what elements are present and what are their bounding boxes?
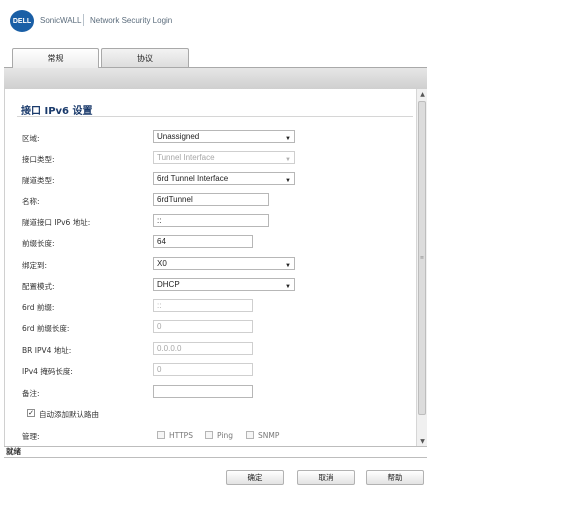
bind-to-select[interactable]: X0 ▼ [153, 257, 295, 270]
https-label: HTTPS [169, 431, 193, 440]
chevron-down-icon: ▼ [285, 157, 291, 163]
ping-checkbox[interactable] [205, 431, 213, 439]
ok-button[interactable]: 确定 [226, 470, 284, 485]
brand-name: SonicWALL [40, 16, 82, 25]
snmp-checkbox[interactable] [246, 431, 254, 439]
chevron-down-icon: ▼ [285, 263, 291, 269]
cancel-button[interactable]: 取消 [297, 470, 355, 485]
vertical-scrollbar[interactable]: ▲ ≡ ▼ [416, 89, 427, 446]
br-ipv4-input: 0.0.0.0 [153, 342, 253, 355]
config-mode-value: DHCP [157, 280, 180, 289]
rd-prefix-label: 6rd 前缀: [22, 303, 55, 312]
comment-input[interactable] [153, 385, 253, 398]
ipv4-mask-length-input: 0 [153, 363, 253, 376]
tunnel-type-select[interactable]: 6rd Tunnel Interface ▼ [153, 172, 295, 185]
settings-panel: 接口 IPv6 设置 区域: Unassigned ▼ 接口类型: Tunnel… [4, 89, 427, 446]
bind-to-label: 绑定到: [22, 261, 48, 270]
br-ipv4-label: BR IPV4 地址: [22, 346, 72, 355]
scroll-up-icon[interactable]: ▲ [417, 89, 427, 99]
zone-select[interactable]: Unassigned ▼ [153, 130, 295, 143]
prefix-length-input[interactable]: 64 [153, 235, 253, 248]
dialog-root: DELL SonicWALL Network Security Login 常规… [0, 0, 576, 517]
interface-type-select: Tunnel Interface ▼ [153, 151, 295, 164]
https-checkbox[interactable] [157, 431, 165, 439]
ping-label: Ping [217, 431, 233, 440]
auto-default-route-checkbox[interactable]: ✓ [27, 409, 35, 417]
zone-value: Unassigned [157, 132, 200, 141]
zone-label: 区域: [22, 134, 40, 143]
help-button[interactable]: 帮助 [366, 470, 424, 485]
scroll-down-icon[interactable]: ▼ [417, 436, 427, 446]
section-divider [17, 116, 413, 117]
comment-label: 备注: [22, 389, 40, 398]
name-label: 名称: [22, 197, 40, 206]
management-label: 管理: [22, 432, 40, 441]
tab-strip [4, 67, 427, 89]
logo-text: DELL [12, 17, 32, 25]
tab-protocol[interactable]: 协议 [101, 48, 189, 68]
bind-to-value: X0 [157, 259, 167, 268]
interface-type-value: Tunnel Interface [157, 153, 215, 162]
tunnel-ipv6-input[interactable]: :: [153, 214, 269, 227]
chevron-down-icon: ▼ [285, 284, 291, 290]
tunnel-type-value: 6rd Tunnel Interface [157, 174, 229, 183]
tunnel-type-label: 隧道类型: [22, 176, 55, 185]
tunnel-ipv6-label: 隧道接口 IPv6 地址: [22, 218, 91, 227]
rd-prefix-length-label: 6rd 前缀长度: [22, 324, 70, 333]
chevron-down-icon: ▼ [285, 136, 291, 142]
brand-divider [83, 14, 84, 26]
config-mode-select[interactable]: DHCP ▼ [153, 278, 295, 291]
chevron-down-icon: ▼ [285, 178, 291, 184]
status-bar: 就绪 [4, 446, 427, 458]
rd-prefix-input: :: [153, 299, 253, 312]
tab-protocol-label: 协议 [137, 54, 153, 63]
prefix-length-label: 前缀长度: [22, 239, 55, 248]
tab-general-label: 常规 [47, 54, 64, 63]
interface-type-label: 接口类型: [22, 155, 55, 164]
ipv4-mask-length-label: IPv4 掩码长度: [22, 367, 73, 376]
config-mode-label: 配置模式: [22, 282, 55, 291]
rd-prefix-length-input: 0 [153, 320, 253, 333]
name-input[interactable]: 6rdTunnel [153, 193, 269, 206]
section-title: 接口 IPv6 设置 [21, 106, 93, 117]
auto-default-route-label: 自动添加默认路由 [39, 410, 99, 419]
scroll-thumb[interactable]: ≡ [418, 101, 426, 415]
snmp-label: SNMP [258, 431, 280, 440]
brand-subtitle: Network Security Login [90, 16, 173, 25]
dell-logo: DELL [10, 10, 34, 32]
tab-general[interactable]: 常规 [12, 48, 99, 68]
